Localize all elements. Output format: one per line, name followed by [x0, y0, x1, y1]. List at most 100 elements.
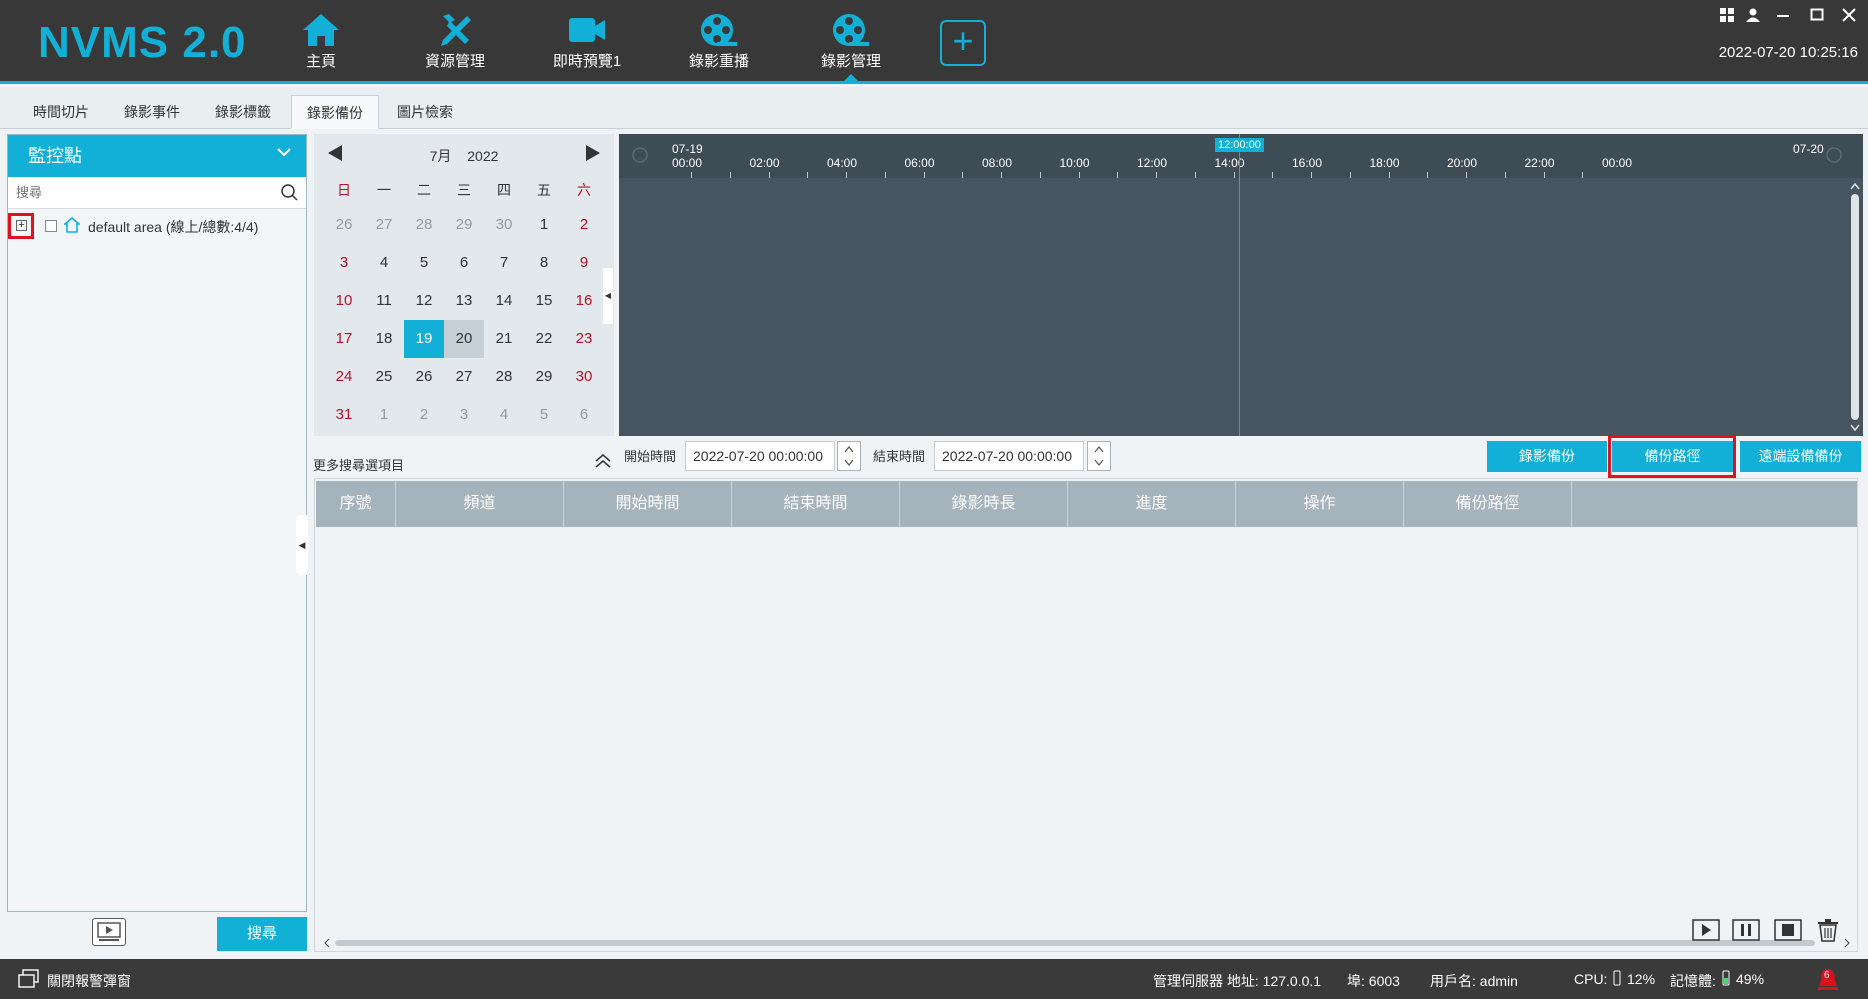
- calendar-day[interactable]: 14: [484, 282, 524, 320]
- calendar-day[interactable]: 22: [524, 320, 564, 358]
- pause-icon[interactable]: [1732, 918, 1760, 942]
- calendar-day[interactable]: 7: [484, 244, 524, 282]
- calendar-day[interactable]: 17: [324, 320, 364, 358]
- calendar-day[interactable]: 29: [524, 358, 564, 396]
- calendar-day[interactable]: 6: [444, 244, 484, 282]
- calendar-day[interactable]: 12: [404, 282, 444, 320]
- table-column-header[interactable]: 錄影時長: [900, 481, 1068, 527]
- calendar-day[interactable]: 26: [404, 358, 444, 396]
- maximize-icon[interactable]: [1806, 8, 1828, 27]
- search-button[interactable]: 搜尋: [217, 917, 307, 951]
- search-icon[interactable]: [280, 183, 298, 204]
- add-tab-button[interactable]: +: [940, 20, 986, 66]
- start-time-input[interactable]: 2022-07-20 00:00:00: [685, 441, 835, 471]
- end-time-input[interactable]: 2022-07-20 00:00:00: [934, 441, 1084, 471]
- chevron-up-double-icon[interactable]: [594, 452, 612, 475]
- calendar-day[interactable]: 2: [564, 206, 604, 244]
- table-horizontal-scrollbar[interactable]: [323, 938, 1851, 948]
- close-icon[interactable]: [1838, 8, 1860, 27]
- timeline-cursor[interactable]: [1239, 134, 1240, 436]
- calendar-day[interactable]: 10: [324, 282, 364, 320]
- calendar-day[interactable]: 3: [324, 244, 364, 282]
- alarm-popup-icon[interactable]: [18, 969, 40, 992]
- calendar-day[interactable]: 23: [564, 320, 604, 358]
- tab-image-search[interactable]: 圖片檢索: [382, 95, 468, 129]
- tab-time-slice[interactable]: 時間切片: [18, 95, 104, 129]
- calendar-collapse-button[interactable]: ◀: [603, 268, 613, 324]
- calendar-day[interactable]: 15: [524, 282, 564, 320]
- timeline-scrollbar[interactable]: [1849, 182, 1861, 432]
- calendar-day[interactable]: 5: [524, 396, 564, 434]
- calendar-day[interactable]: 24: [324, 358, 364, 396]
- end-time-stepper[interactable]: [1087, 441, 1111, 471]
- calendar-day[interactable]: 9: [564, 244, 604, 282]
- calendar-day[interactable]: 31: [324, 396, 364, 434]
- table-column-header[interactable]: 進度: [1068, 481, 1236, 527]
- calendar-day[interactable]: 28: [484, 358, 524, 396]
- start-time-stepper[interactable]: [837, 441, 861, 471]
- calendar-day[interactable]: 25: [364, 358, 404, 396]
- alarm-popup-toggle[interactable]: 關閉報警彈窗: [47, 971, 131, 991]
- more-search-options[interactable]: 更多搜尋選項目: [313, 455, 404, 474]
- calendar-day[interactable]: 29: [444, 206, 484, 244]
- calendar-day[interactable]: 11: [364, 282, 404, 320]
- table-column-header[interactable]: 開始時間: [564, 481, 732, 527]
- sidebar-collapse-button[interactable]: ◀: [296, 515, 308, 575]
- calendar-day[interactable]: 27: [444, 358, 484, 396]
- calendar-day[interactable]: 30: [484, 206, 524, 244]
- delete-icon[interactable]: [1814, 918, 1842, 942]
- tree-checkbox[interactable]: [45, 220, 57, 232]
- calendar-day[interactable]: 13: [444, 282, 484, 320]
- calendar-day[interactable]: 5: [404, 244, 444, 282]
- record-backup-button[interactable]: 錄影備份: [1487, 441, 1607, 472]
- playback-window-icon[interactable]: [92, 918, 126, 946]
- nav-home[interactable]: 主頁: [266, 12, 376, 72]
- calendar-day[interactable]: 21: [484, 320, 524, 358]
- table-scroll-thumb[interactable]: [335, 940, 1815, 946]
- calendar-day[interactable]: 19: [404, 320, 444, 358]
- table-column-header[interactable]: 結束時間: [732, 481, 900, 527]
- timeline-next-icon[interactable]: [1825, 146, 1843, 167]
- nav-recording-management[interactable]: 錄影管理: [796, 12, 906, 84]
- next-month-button[interactable]: [584, 144, 602, 167]
- tab-recording-backup[interactable]: 錄影備份: [291, 95, 379, 129]
- calendar-day[interactable]: 6: [564, 396, 604, 434]
- calendar-day[interactable]: 1: [364, 396, 404, 434]
- alarm-bell-icon[interactable]: 6: [1816, 967, 1840, 993]
- calendar-day[interactable]: 4: [484, 396, 524, 434]
- calendar-day[interactable]: 28: [404, 206, 444, 244]
- calendar-day[interactable]: 2: [404, 396, 444, 434]
- table-column-header[interactable]: 操作: [1236, 481, 1404, 527]
- calendar-day[interactable]: 27: [364, 206, 404, 244]
- chevron-down-icon[interactable]: [276, 135, 292, 177]
- calendar-day[interactable]: 16: [564, 282, 604, 320]
- tab-recording-tags[interactable]: 錄影標籤: [200, 95, 286, 129]
- calendar-day[interactable]: 18: [364, 320, 404, 358]
- minimize-icon[interactable]: [1772, 8, 1794, 27]
- nav-playback[interactable]: 錄影重播: [664, 12, 774, 72]
- calendar-day[interactable]: 30: [564, 358, 604, 396]
- play-icon[interactable]: [1692, 918, 1720, 942]
- timeline-prev-icon[interactable]: [631, 146, 649, 167]
- calendar-day[interactable]: 3: [444, 396, 484, 434]
- nav-live-view[interactable]: 即時預覽1: [532, 12, 642, 72]
- nav-resource-management[interactable]: 資源管理: [400, 12, 510, 72]
- user-icon[interactable]: [1742, 8, 1764, 27]
- table-column-header[interactable]: 序號: [316, 481, 396, 527]
- calendar-day[interactable]: 20: [444, 320, 484, 358]
- grid-icon[interactable]: [1716, 8, 1738, 27]
- remote-device-backup-button[interactable]: 遠端設備備份: [1740, 441, 1861, 472]
- table-column-header[interactable]: 備份路徑: [1404, 481, 1572, 527]
- panel-header[interactable]: 監控點: [8, 135, 306, 177]
- search-input[interactable]: [16, 177, 256, 207]
- calendar-day[interactable]: 1: [524, 206, 564, 244]
- calendar-day[interactable]: 4: [364, 244, 404, 282]
- calendar-day[interactable]: 8: [524, 244, 564, 282]
- calendar-day[interactable]: 26: [324, 206, 364, 244]
- timeline-scroll-thumb[interactable]: [1851, 194, 1859, 420]
- tab-recording-events[interactable]: 錄影事件: [109, 95, 195, 129]
- table-column-header[interactable]: 頻道: [396, 481, 564, 527]
- tree-node-default-area[interactable]: + default area (線上/總數:4/4): [8, 213, 306, 239]
- tree-expand-button[interactable]: +: [8, 213, 34, 239]
- stop-icon[interactable]: [1774, 918, 1802, 942]
